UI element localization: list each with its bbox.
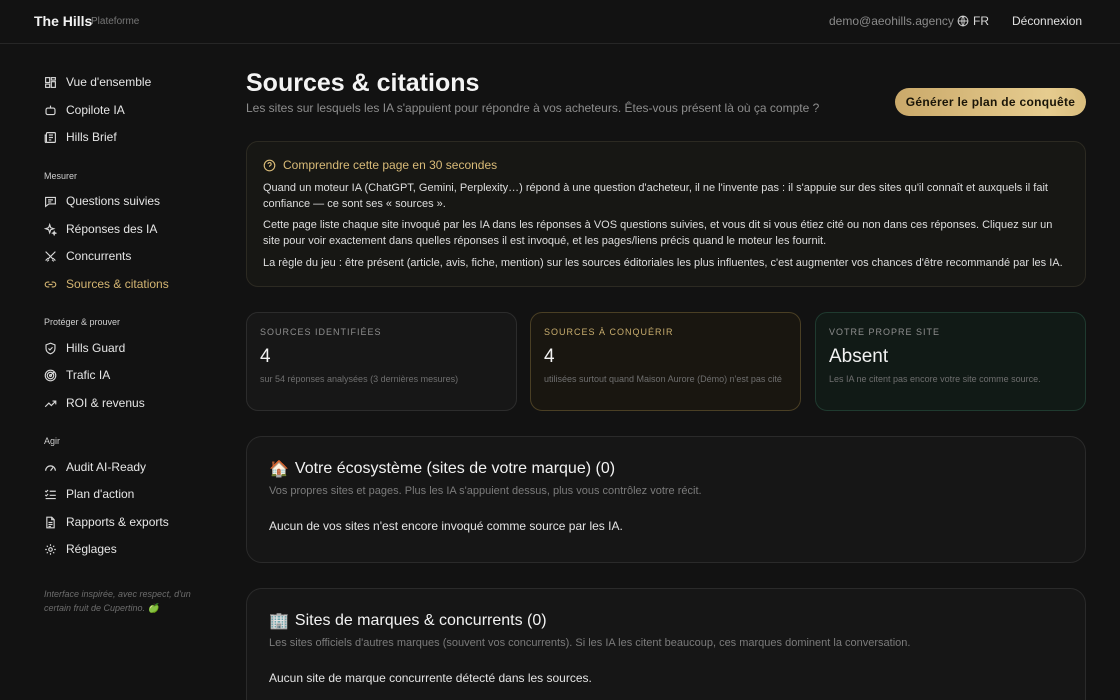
stat-card-own-site: VOTRE PROPRE SITE Absent Les IA ne citen… — [815, 312, 1086, 411]
info-card: Comprendre cette page en 30 secondes Qua… — [246, 141, 1086, 287]
sidebar-item-label: Rapports & exports — [66, 515, 169, 529]
section-subtitle: Vos propres sites et pages. Plus les IA … — [269, 485, 702, 497]
stat-label: SOURCES À CONQUÉRIR — [544, 327, 674, 337]
sidebar-item-label: Copilote IA — [66, 103, 125, 117]
section-subtitle: Les sites officiels d'autres marques (so… — [269, 637, 911, 649]
sidebar-item-label: Réglages — [66, 542, 117, 556]
sidebar-group-measure: Mesurer — [44, 171, 78, 181]
sidebar-item-label: Hills Guard — [66, 341, 126, 355]
sidebar-footnote: Interface inspirée, avec respect, d'un c… — [44, 589, 191, 613]
sidebar-item-label: Plan d'action — [66, 487, 135, 501]
sidebar-item-label: ROI & revenus — [66, 396, 145, 410]
sidebar-item-ai-answers[interactable]: Réponses des IA — [44, 219, 157, 239]
user-email: demo@aeohills.agency — [829, 14, 954, 28]
section-competitor-brands: 🏢 Sites de marques & concurrents (0) Les… — [246, 588, 1086, 700]
trend-up-icon — [44, 397, 57, 410]
globe-icon — [957, 15, 969, 27]
sidebar-item-settings[interactable]: Réglages — [44, 539, 117, 559]
stat-description: sur 54 réponses analysées (3 dernières m… — [260, 374, 459, 384]
stat-description: utilisées surtout quand Maison Aurore (D… — [544, 374, 782, 384]
language-label: FR — [973, 14, 989, 28]
brand-subtitle: Plateforme — [91, 16, 140, 27]
office-building-icon: 🏢 — [269, 613, 289, 630]
house-icon: 🏠 — [269, 461, 289, 478]
sidebar-item-label: Questions suivies — [66, 194, 161, 208]
info-heading: Comprendre cette page en 30 secondes — [263, 158, 497, 172]
gear-icon — [44, 543, 57, 556]
generate-plan-button[interactable]: Générer le plan de conquête — [895, 88, 1086, 116]
gauge-icon — [44, 461, 57, 474]
sidebar-group-protect: Protéger & prouver — [44, 317, 121, 327]
info-paragraph-2: Cette page liste chaque site invoqué par… — [263, 219, 1053, 247]
document-icon — [44, 516, 57, 529]
sidebar: Vue d'ensemble Copilote IA Hills Brief M… — [0, 44, 215, 700]
section-title: 🏠 Votre écosystème (sites de votre marqu… — [269, 459, 615, 479]
stat-value: 4 — [260, 346, 271, 367]
sidebar-group-act: Agir — [44, 436, 61, 446]
sidebar-item-label: Concurrents — [66, 249, 132, 263]
stat-value: 4 — [544, 346, 555, 367]
section-empty-message: Aucun site de marque concurrente détecté… — [269, 671, 592, 685]
top-bar: The Hills Plateforme demo@aeohills.agenc… — [0, 0, 1120, 44]
swords-icon — [44, 250, 57, 263]
sidebar-item-overview[interactable]: Vue d'ensemble — [44, 72, 151, 92]
sidebar-item-tracked-questions[interactable]: Questions suivies — [44, 191, 160, 211]
section-title-text: Sites de marques & concurrents (0) — [294, 612, 547, 629]
sidebar-item-label: Vue d'ensemble — [66, 75, 152, 89]
sidebar-item-label: Hills Brief — [66, 130, 117, 144]
chat-icon — [44, 195, 57, 208]
sidebar-item-audit[interactable]: Audit AI-Ready — [44, 457, 146, 477]
sidebar-item-reports[interactable]: Rapports & exports — [44, 512, 169, 532]
dashboard-icon — [44, 76, 57, 89]
sparkle-icon — [44, 222, 57, 236]
sidebar-item-roi[interactable]: ROI & revenus — [44, 393, 145, 413]
link-icon — [44, 278, 57, 291]
sidebar-item-copilot[interactable]: Copilote IA — [44, 100, 125, 120]
radar-icon — [44, 369, 57, 382]
help-circle-icon — [263, 159, 276, 171]
stat-card-sources-identified: SOURCES IDENTIFIÉES 4 sur 54 réponses an… — [246, 312, 517, 411]
logout-button[interactable]: Déconnexion — [1012, 14, 1082, 28]
stat-description: Les IA ne citent pas encore votre site c… — [829, 374, 1041, 384]
section-title: 🏢 Sites de marques & concurrents (0) — [269, 611, 547, 631]
sidebar-item-label: Sources & citations — [66, 277, 169, 291]
section-ecosystem: 🏠 Votre écosystème (sites de votre marqu… — [246, 436, 1086, 563]
robot-icon — [44, 104, 57, 117]
stat-value: Absent — [829, 346, 889, 367]
brand-name[interactable]: The Hills — [34, 13, 92, 29]
page-title: Sources & citations — [246, 69, 480, 97]
stat-card-sources-to-conquer: SOURCES À CONQUÉRIR 4 utilisées surtout … — [530, 312, 801, 411]
stat-label: SOURCES IDENTIFIÉES — [260, 327, 382, 337]
sidebar-item-label: Réponses des IA — [66, 222, 158, 236]
sidebar-item-label: Audit AI-Ready — [66, 460, 147, 474]
sidebar-item-ai-traffic[interactable]: Trafic IA — [44, 365, 110, 385]
sidebar-item-action-plan[interactable]: Plan d'action — [44, 484, 134, 504]
sidebar-item-label: Trafic IA — [66, 368, 111, 382]
sidebar-item-competitors[interactable]: Concurrents — [44, 246, 131, 266]
section-title-text: Votre écosystème (sites de votre marque)… — [294, 460, 616, 477]
shield-icon — [44, 342, 57, 355]
sidebar-item-hills-guard[interactable]: Hills Guard — [44, 338, 125, 358]
language-selector[interactable]: FR — [957, 14, 989, 28]
info-paragraph-1: Quand un moteur IA (ChatGPT, Gemini, Per… — [263, 182, 1048, 210]
stat-label: VOTRE PROPRE SITE — [829, 327, 941, 337]
newspaper-icon — [44, 131, 57, 144]
page-subtitle: Les sites sur lesquels les IA s'appuient… — [246, 101, 820, 115]
section-empty-message: Aucun de vos sites n'est encore invoqué … — [269, 519, 623, 533]
sidebar-item-hills-brief[interactable]: Hills Brief — [44, 127, 117, 147]
sidebar-item-sources[interactable]: Sources & citations — [44, 274, 169, 294]
info-heading-text: Comprendre cette page en 30 secondes — [283, 158, 498, 172]
checklist-icon — [44, 488, 57, 501]
info-paragraph-3: La règle du jeu : être présent (article,… — [263, 257, 1063, 269]
